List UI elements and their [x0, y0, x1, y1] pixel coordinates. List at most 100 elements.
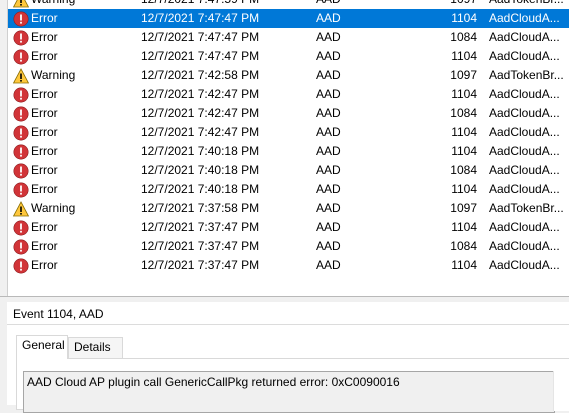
event-level: Error	[31, 49, 58, 63]
event-level: Error	[31, 182, 58, 196]
event-row[interactable]: Error 12/7/2021 7:42:47 PM AAD 1084 AadCloud…	[8, 104, 569, 123]
event-id: 1104	[451, 49, 477, 63]
event-id: 1097	[450, 0, 477, 9]
warning-icon	[12, 68, 30, 84]
event-id: 1084	[450, 30, 477, 44]
error-icon	[13, 239, 29, 255]
event-source: AAD	[316, 68, 341, 82]
event-id: 1084	[450, 163, 477, 177]
error-icon	[13, 30, 29, 46]
event-row[interactable]: Error 12/7/2021 7:47:47 PM AAD 1104 AadCloud…	[8, 9, 569, 28]
error-icon	[13, 87, 29, 103]
event-task-category: AadCloudA...	[489, 125, 560, 139]
event-row[interactable]: Error 12/7/2021 7:37:47 PM AAD 1104 AadCloud…	[8, 218, 569, 237]
event-level: Error	[31, 125, 58, 139]
event-source: AAD	[316, 0, 341, 9]
event-datetime: 12/7/2021 7:47:47 PM	[141, 49, 260, 63]
event-row[interactable]: Warning 12/7/2021 7:47:59 PM AAD 1097 AadTok…	[8, 0, 569, 9]
message-scrollbar[interactable]	[553, 371, 569, 411]
event-task-category: AadCloudA...	[489, 49, 560, 63]
error-icon	[13, 106, 29, 122]
event-id: 1104	[451, 125, 477, 139]
event-id: 1104	[451, 144, 477, 158]
event-level: Warning	[31, 0, 75, 9]
event-source: AAD	[316, 30, 341, 44]
event-datetime: 12/7/2021 7:37:47 PM	[141, 239, 260, 253]
event-source: AAD	[316, 201, 341, 215]
event-message-box[interactable]: AAD Cloud AP plugin call GenericCallPkg …	[23, 371, 555, 413]
event-rows: Warning 12/7/2021 7:47:59 PM AAD 1097 AadTok…	[8, 0, 569, 275]
event-task-category: AadCloudA...	[489, 163, 560, 177]
event-row[interactable]: Error 12/7/2021 7:37:47 PM AAD 1104 AadCloud…	[8, 256, 569, 275]
event-row[interactable]: Warning 12/7/2021 7:37:58 PM AAD 1097 AadTok…	[8, 199, 569, 218]
event-row[interactable]: Error 12/7/2021 7:42:47 PM AAD 1104 AadCloud…	[8, 85, 569, 104]
event-list[interactable]: Warning 12/7/2021 7:47:59 PM AAD 1097 AadTok…	[7, 0, 569, 296]
event-level: Error	[31, 11, 58, 25]
event-source: AAD	[316, 182, 341, 196]
event-datetime: 12/7/2021 7:42:58 PM	[141, 68, 260, 82]
event-title: Event 1104, AAD	[13, 307, 104, 321]
event-task-category: AadCloudA...	[489, 106, 560, 120]
event-task-category: AadCloudA...	[489, 239, 560, 253]
event-row[interactable]: Error 12/7/2021 7:40:18 PM AAD 1104 AadCloud…	[8, 142, 569, 161]
event-level: Error	[31, 87, 58, 101]
event-id: 1104	[451, 11, 477, 25]
event-row[interactable]: Error 12/7/2021 7:42:47 PM AAD 1104 AadCloud…	[8, 123, 569, 142]
event-row[interactable]: Error 12/7/2021 7:40:18 PM AAD 1084 AadCloud…	[8, 161, 569, 180]
error-icon	[13, 11, 29, 27]
event-id: 1104	[451, 182, 477, 196]
event-row[interactable]: Error 12/7/2021 7:40:18 PM AAD 1104 AadCloud…	[8, 180, 569, 199]
error-icon	[13, 49, 29, 65]
event-datetime: 12/7/2021 7:42:47 PM	[141, 87, 260, 101]
event-task-category: AadCloudA...	[489, 144, 560, 158]
event-task-category: AadCloudA...	[489, 11, 560, 25]
event-source: AAD	[316, 163, 341, 177]
event-id: 1104	[451, 258, 477, 272]
event-row[interactable]: Error 12/7/2021 7:37:47 PM AAD 1084 AadCloud…	[8, 237, 569, 256]
event-id: 1084	[450, 106, 477, 120]
event-datetime: 12/7/2021 7:40:18 PM	[141, 182, 260, 196]
error-icon	[13, 125, 29, 141]
error-icon	[13, 163, 29, 179]
event-datetime: 12/7/2021 7:42:47 PM	[141, 106, 260, 120]
event-detail-pane: General Details AAD Cloud AP plugin call…	[7, 325, 569, 413]
event-level: Error	[31, 144, 58, 158]
event-source: AAD	[316, 258, 341, 272]
event-level: Warning	[31, 68, 76, 82]
event-datetime: 12/7/2021 7:37:58 PM	[141, 201, 260, 215]
event-row[interactable]: Error 12/7/2021 7:47:47 PM AAD 1084 AadCloud…	[8, 28, 569, 47]
event-source: AAD	[316, 11, 341, 25]
event-id: 1084	[450, 239, 477, 253]
tab-general[interactable]: General	[16, 335, 68, 359]
event-id: 1097	[450, 68, 477, 82]
event-id: 1097	[450, 201, 477, 215]
event-datetime: 12/7/2021 7:47:47 PM	[141, 30, 260, 44]
event-source: AAD	[316, 220, 341, 234]
event-task-category: AadCloudA...	[489, 87, 560, 101]
event-source: AAD	[316, 239, 341, 253]
general-tab-panel: AAD Cloud AP plugin call GenericCallPkg …	[16, 358, 569, 413]
error-icon	[13, 258, 29, 274]
event-source: AAD	[316, 144, 341, 158]
event-row[interactable]: Warning 12/7/2021 7:42:58 PM AAD 1097 AadTok…	[8, 66, 569, 85]
event-task-category: AadCloudA...	[489, 220, 560, 234]
tab-details[interactable]: Details	[68, 337, 123, 358]
event-level: Error	[31, 106, 58, 120]
event-detail-header: Event 1104, AAD	[7, 302, 569, 325]
event-row[interactable]: Error 12/7/2021 7:47:47 PM AAD 1104 AadCloud…	[8, 47, 569, 66]
event-level: Warning	[31, 201, 76, 215]
error-icon	[13, 182, 29, 198]
event-task-category: AadTokenBr...	[489, 68, 564, 82]
event-source: AAD	[316, 125, 341, 139]
event-task-category: AadTokenBr...	[489, 0, 564, 9]
event-datetime: 12/7/2021 7:37:47 PM	[141, 258, 260, 272]
event-datetime: 12/7/2021 7:42:47 PM	[141, 125, 260, 139]
event-level: Error	[31, 220, 58, 234]
event-level: Error	[31, 163, 58, 177]
event-level: Error	[31, 258, 58, 272]
event-source: AAD	[316, 106, 341, 120]
event-task-category: AadTokenBr...	[489, 201, 564, 215]
event-level: Error	[31, 30, 58, 44]
event-task-category: AadCloudA...	[489, 30, 560, 44]
event-id: 1104	[451, 87, 477, 101]
